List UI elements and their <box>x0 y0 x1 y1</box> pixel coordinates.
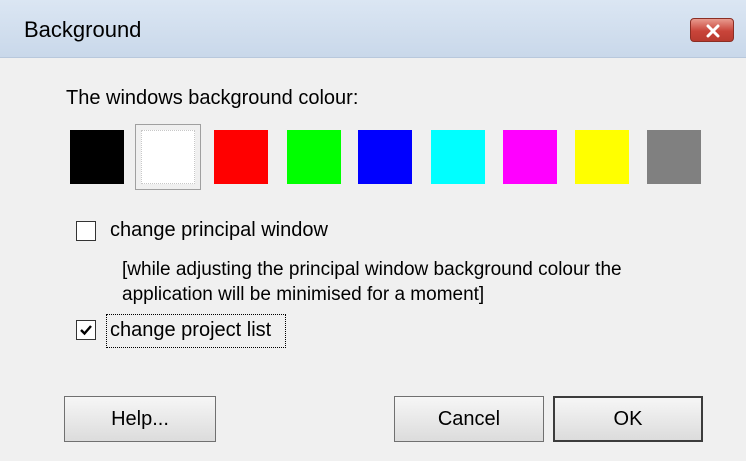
swatch-green[interactable] <box>287 130 341 184</box>
ok-button[interactable]: OK <box>553 396 703 442</box>
background-colour-label: The windows background colour: <box>66 87 359 109</box>
project-list-label[interactable]: change project list <box>110 319 271 342</box>
close-icon <box>706 24 720 38</box>
title-bar[interactable]: Background <box>0 0 746 58</box>
principal-window-label[interactable]: change principal window <box>110 219 328 242</box>
swatch-white[interactable] <box>135 124 201 190</box>
swatch-cyan[interactable] <box>431 130 485 184</box>
close-button[interactable] <box>690 18 734 42</box>
swatch-magenta[interactable] <box>503 130 557 184</box>
swatch-red[interactable] <box>214 130 268 184</box>
swatch-black[interactable] <box>70 130 124 184</box>
project-list-checkbox[interactable] <box>76 320 96 340</box>
swatch-yellow[interactable] <box>575 130 629 184</box>
cancel-button[interactable]: Cancel <box>394 396 544 442</box>
window-title: Background <box>24 17 142 42</box>
swatch-white-fill <box>141 130 195 184</box>
swatch-blue[interactable] <box>358 130 412 184</box>
note-line-2: application will be minimised for a mome… <box>122 284 485 305</box>
swatch-gray[interactable] <box>647 130 701 184</box>
checkmark-icon <box>80 325 92 336</box>
principal-window-checkbox[interactable] <box>76 221 96 241</box>
note-line-1: [while adjusting the principal window ba… <box>122 259 622 280</box>
background-dialog: Background The windows background colour… <box>0 0 746 461</box>
help-button[interactable]: Help... <box>64 396 216 442</box>
